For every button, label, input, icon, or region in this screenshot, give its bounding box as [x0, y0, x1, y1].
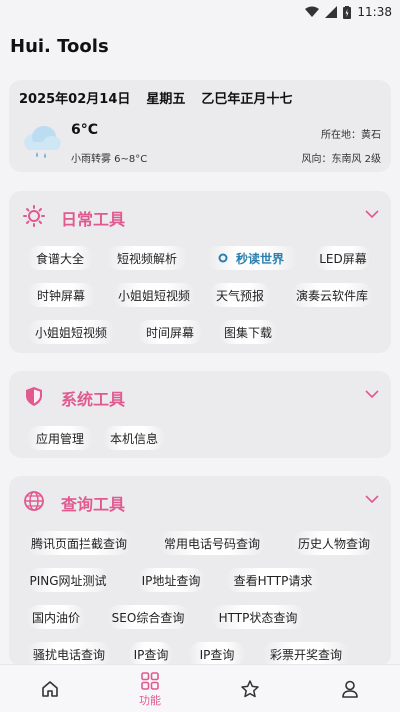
nav-tools-label: 功能 [139, 693, 161, 707]
tool-seo-query[interactable]: SEO综合查询 [107, 605, 189, 629]
chevron-down-icon[interactable] [365, 389, 379, 399]
nav-tools[interactable]: 功能 [100, 665, 200, 712]
lunar-date-text: 乙巳年正月十七 [201, 92, 293, 107]
nav-home[interactable] [0, 665, 100, 712]
tool-weather[interactable]: 天气预报 [209, 283, 271, 307]
date-line: 2025年02月14日 星期五 乙巳年正月十七 [19, 88, 292, 107]
tool-time-screen[interactable]: 时间屏幕 [137, 320, 203, 344]
tool-ip-address-query[interactable]: IP地址查询 [137, 568, 205, 592]
tool-software-library[interactable]: 演奏云软件库 [291, 283, 373, 307]
daily-tools-title: 日常工具 [61, 210, 126, 229]
sun-icon [23, 205, 45, 227]
tool-short-video-2[interactable]: 小姐姐短视频 [27, 320, 115, 344]
weekday-text: 星期五 [146, 92, 186, 107]
tool-historical-figure-query[interactable]: 历史人物查询 [293, 531, 375, 555]
tool-ip-query[interactable]: IP查询 [129, 642, 173, 666]
tool-fuel-price[interactable]: 国内油价 [27, 605, 85, 629]
signal-icon [325, 6, 338, 18]
tool-http-request[interactable]: 查看HTTP请求 [225, 568, 321, 592]
date-weather-card: 2025年02月14日 星期五 乙巳年正月十七 6°C 小雨转雾 6~8°C 所… [9, 80, 391, 172]
grid-icon [141, 671, 159, 690]
tool-short-video[interactable]: 小姐姐短视频 [113, 283, 195, 307]
tool-clock-screen[interactable]: 时钟屏幕 [27, 283, 95, 307]
system-tools-title: 系统工具 [61, 390, 126, 409]
star-icon [241, 680, 259, 698]
home-icon [42, 681, 58, 697]
daily-tools-card: 日常工具 食谱大全 短视频解析 秒读世界 LED屏幕 时钟屏幕 小姐姐短视频 天… [9, 191, 391, 353]
tool-video-parse[interactable]: 短视频解析 [107, 246, 187, 270]
tool-lottery-query[interactable]: 彩票开奖查询 [263, 642, 349, 666]
tool-tencent-block-query[interactable]: 腾讯页面拦截查询 [27, 531, 131, 555]
tool-ip-query-2[interactable]: IP查询 [189, 642, 245, 666]
globe-icon [24, 491, 44, 511]
battery-icon [343, 5, 352, 19]
query-tools-card: 查询工具 腾讯页面拦截查询 常用电话号码查询 历史人物查询 PING网址测试 I… [9, 476, 391, 666]
system-tools-header[interactable]: 系统工具 [9, 371, 391, 421]
bottom-navigation: 功能 [0, 664, 400, 712]
chevron-down-icon[interactable] [365, 209, 379, 219]
nav-profile[interactable] [300, 665, 400, 712]
user-icon [342, 680, 358, 698]
tool-ping-test[interactable]: PING网址测试 [27, 568, 109, 592]
chevron-down-icon[interactable] [365, 494, 379, 504]
query-tools-header[interactable]: 查询工具 [9, 476, 391, 526]
wind-text: 风向：东南风 2级 [301, 154, 381, 165]
query-tools-title: 查询工具 [61, 495, 126, 514]
tool-gallery-download[interactable]: 图集下载 [219, 320, 277, 344]
location-text: 所在地：黄石 [321, 130, 381, 141]
tool-spam-call-query[interactable]: 骚扰电话查询 [27, 642, 111, 666]
tool-phone-number-query[interactable]: 常用电话号码查询 [159, 531, 265, 555]
tool-http-status[interactable]: HTTP状态查询 [211, 605, 305, 629]
system-tools-card: 系统工具 应用管理 本机信息 [9, 371, 391, 458]
tool-read-world[interactable]: 秒读世界 [207, 246, 297, 270]
daily-tools-header[interactable]: 日常工具 [9, 191, 391, 241]
tool-led-screen[interactable]: LED屏幕 [315, 246, 371, 270]
status-time: 11:38 [357, 5, 392, 19]
temperature: 6°C [71, 122, 99, 138]
tool-app-manager[interactable]: 应用管理 [27, 426, 93, 450]
shield-icon [26, 387, 42, 406]
rain-cloud-icon [24, 126, 61, 158]
status-bar: 11:38 [0, 0, 400, 24]
nav-favorites[interactable] [200, 665, 300, 712]
loading-icon [218, 253, 228, 263]
tool-device-info[interactable]: 本机信息 [103, 426, 165, 450]
app-title: Hui. Tools [10, 36, 109, 57]
date-text: 2025年02月14日 [19, 92, 131, 107]
wifi-icon [305, 6, 320, 17]
tool-recipes[interactable]: 食谱大全 [27, 246, 93, 270]
weather-condition: 小雨转雾 6~8°C [71, 154, 148, 165]
